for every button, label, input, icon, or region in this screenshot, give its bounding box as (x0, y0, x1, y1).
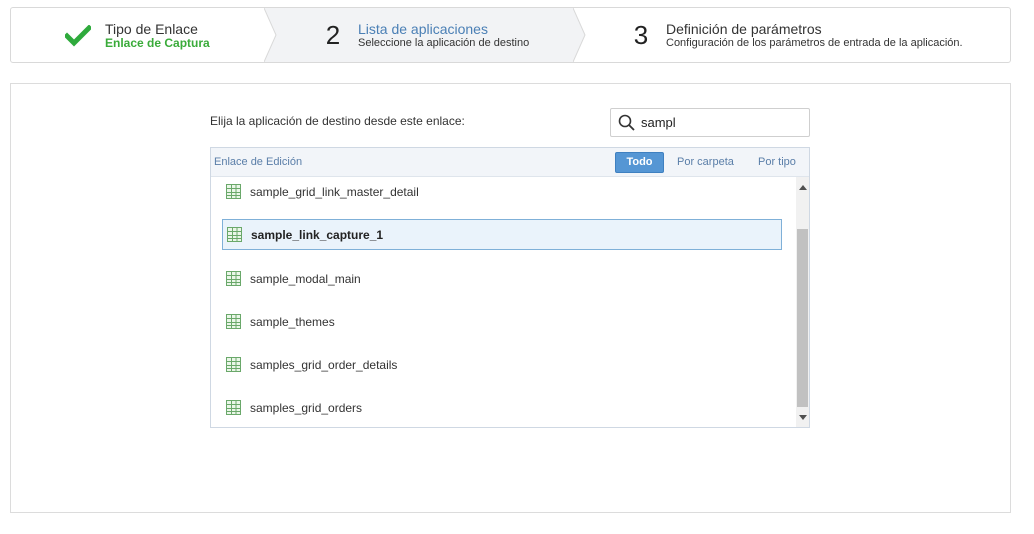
list-item-selected[interactable]: sample_link_capture_1 (222, 219, 782, 250)
wizard-step-2[interactable]: 2 Lista de aplicaciones Seleccione la ap… (264, 8, 574, 62)
step-3-number: 3 (633, 19, 649, 50)
search-input[interactable] (641, 115, 801, 130)
list-scrollbar[interactable] (796, 177, 809, 427)
grid-table-icon (226, 314, 241, 329)
list-item[interactable]: sample_grid_link_master_detail (222, 177, 782, 207)
grid-table-icon (227, 227, 242, 242)
grid-table-icon (226, 184, 241, 199)
wizard-steps: Tipo de Enlace Enlace de Captura 2 Lista… (10, 7, 1011, 63)
list-item-label: sample_modal_main (250, 271, 361, 286)
filter-by-folder-button[interactable]: Por carpeta (677, 156, 734, 168)
scroll-up-arrow-icon[interactable] (796, 180, 809, 194)
search-icon (618, 114, 635, 131)
list-item-label: sample_grid_link_master_detail (250, 184, 419, 199)
step-separator (264, 8, 277, 62)
list-header: Enlace de Edición Todo Por carpeta Por t… (211, 148, 809, 177)
step-2-subtitle: Seleccione la aplicación de destino (358, 36, 530, 49)
list-item[interactable]: sample_modal_main (222, 263, 782, 294)
list-item[interactable]: samples_grid_orders (222, 392, 782, 423)
list-items: sample_grid_link_master_detail sample_li… (211, 177, 797, 427)
list-item-label: sample_link_capture_1 (251, 227, 384, 242)
filter-by-type-button[interactable]: Por tipo (758, 156, 796, 168)
step-3-title: Definición de parámetros (666, 20, 822, 37)
scroll-down-arrow-icon[interactable] (796, 410, 809, 424)
step-3-subtitle: Configuración de los parámetros de entra… (666, 36, 963, 49)
step-1-title: Tipo de Enlace (105, 20, 198, 37)
checkmark-icon (65, 25, 91, 47)
scrollbar-thumb[interactable] (797, 229, 808, 407)
list-header-label: Enlace de Edición (214, 156, 303, 168)
step-2-number: 2 (325, 19, 341, 50)
step-1-subtitle: Enlace de Captura (105, 35, 210, 50)
list-item[interactable]: samples_grid_order_details (222, 349, 782, 380)
grid-table-icon (226, 271, 241, 286)
grid-table-icon (226, 357, 241, 372)
application-list: Enlace de Edición Todo Por carpeta Por t… (210, 147, 810, 428)
list-item[interactable]: sample_themes (222, 306, 782, 337)
step-2-title: Lista de aplicaciones (358, 20, 488, 37)
search-box[interactable] (610, 108, 810, 137)
grid-table-icon (226, 400, 241, 415)
list-item-label: sample_themes (250, 314, 335, 329)
prompt-label: Elija la aplicación de destino desde est… (210, 114, 465, 128)
list-item-label: samples_grid_orders (250, 400, 363, 415)
wizard-step-1[interactable]: Tipo de Enlace Enlace de Captura (11, 8, 265, 62)
list-item-label: samples_grid_order_details (250, 357, 398, 372)
wizard-step-3[interactable]: 3 Definición de parámetros Configuración… (574, 8, 1010, 62)
filter-all-button[interactable]: Todo (615, 152, 664, 173)
